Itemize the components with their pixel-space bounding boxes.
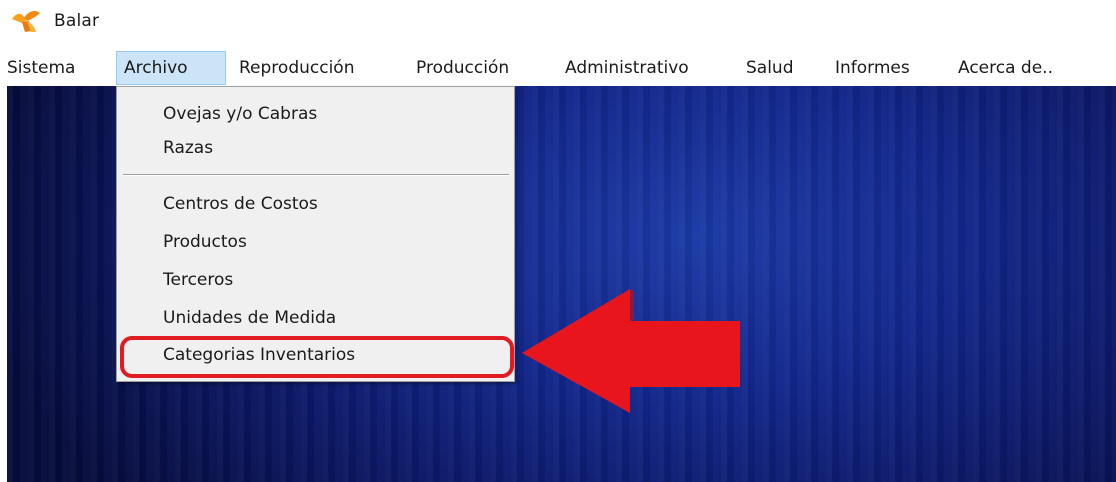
menu-administrativo[interactable]: Administrativo xyxy=(558,51,696,85)
menu-informes[interactable]: Informes xyxy=(828,51,917,85)
highlight-annotation-oval xyxy=(120,336,514,378)
menu-item-unidades-de-medida[interactable]: Unidades de Medida xyxy=(117,301,514,335)
menu-produccion[interactable]: Producción xyxy=(409,51,516,85)
menu-item-centros-de-costos[interactable]: Centros de Costos xyxy=(117,187,514,221)
menu-separator xyxy=(123,174,509,176)
menu-item-productos[interactable]: Productos xyxy=(117,225,514,259)
menu-archivo[interactable]: Archivo xyxy=(116,51,226,85)
title-bar: Balar xyxy=(0,0,1116,42)
menu-item-razas[interactable]: Razas xyxy=(117,131,514,165)
menu-bar: Sistema Archivo Reproducción Producción … xyxy=(0,51,1116,85)
menu-reproduccion[interactable]: Reproducción xyxy=(232,51,361,85)
red-arrow-annotation xyxy=(522,289,740,413)
menu-item-terceros[interactable]: Terceros xyxy=(117,263,514,297)
menu-acerca-de[interactable]: Acerca de.. xyxy=(951,51,1060,85)
menu-sistema[interactable]: Sistema xyxy=(0,51,82,85)
window-title: Balar xyxy=(54,11,100,31)
menu-item-ovejas-cabras[interactable]: Ovejas y/o Cabras xyxy=(117,97,514,131)
menu-salud[interactable]: Salud xyxy=(739,51,801,85)
balar-app-icon xyxy=(10,9,42,33)
